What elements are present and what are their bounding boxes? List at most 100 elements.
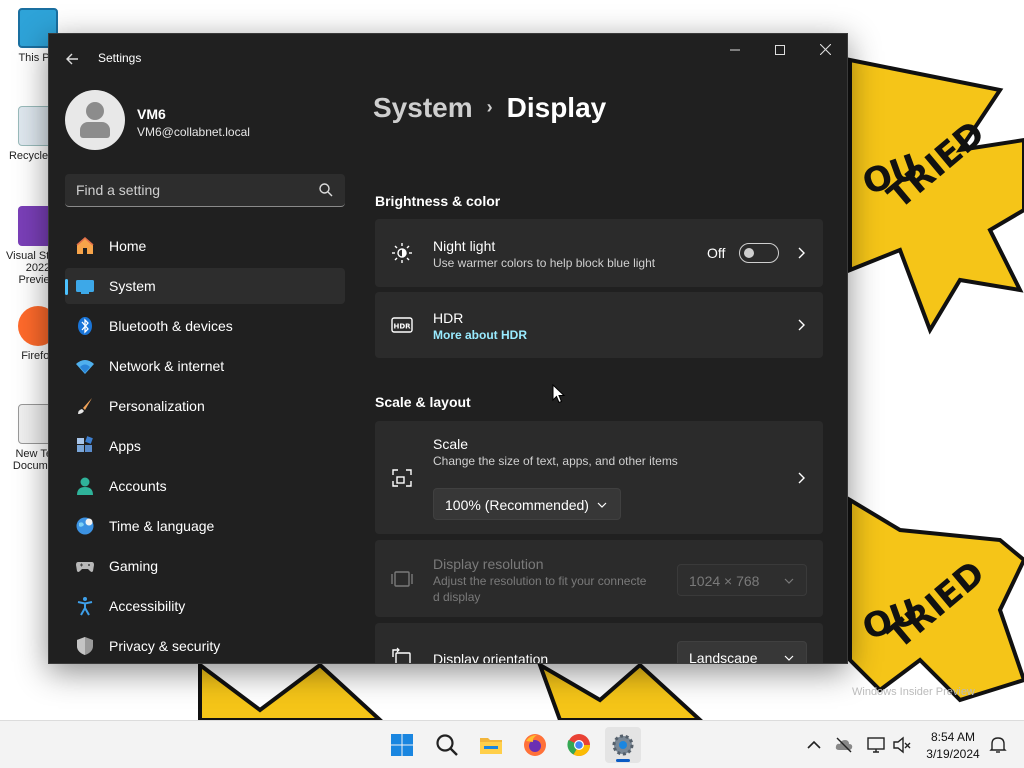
- taskbar-search-button[interactable]: [429, 727, 465, 763]
- svg-text:HDR: HDR: [393, 323, 411, 331]
- firefox-button[interactable]: [517, 727, 553, 763]
- chevron-right-icon: [798, 319, 805, 331]
- back-button[interactable]: [59, 46, 85, 72]
- toggle-knob: [744, 248, 754, 258]
- chevron-down-icon: [784, 578, 794, 584]
- wifi-icon: [76, 360, 94, 374]
- night-light-card[interactable]: Night light Use warmer colors to help bl…: [375, 219, 823, 287]
- sidebar-item-label: Accounts: [109, 478, 167, 494]
- accessibility-icon: [77, 597, 93, 616]
- hdr-card[interactable]: HDR HDR More about HDR: [375, 292, 823, 358]
- clock-date[interactable]: 3/19/2024: [920, 747, 986, 761]
- chevron-up-icon[interactable]: [804, 735, 824, 755]
- network-icon[interactable]: [866, 735, 886, 755]
- night-light-toggle[interactable]: [739, 243, 779, 263]
- maximize-button[interactable]: [757, 34, 803, 66]
- user-name: VM6: [137, 106, 166, 122]
- breadcrumb: System › Display: [373, 92, 606, 124]
- resolution-value: 1024 × 768: [689, 573, 760, 589]
- brush-icon: [78, 398, 92, 414]
- mouse-cursor-icon: [552, 384, 566, 404]
- settings-window: Settings VM6 VM6@collabnet.local Home: [48, 33, 848, 664]
- night-light-state: Off: [707, 245, 726, 261]
- minimize-button[interactable]: [712, 34, 758, 66]
- sidebar-item-label: Personalization: [109, 398, 205, 414]
- hdr-icon: HDR: [391, 317, 413, 333]
- chevron-down-icon: [597, 502, 607, 508]
- search-box: [65, 174, 345, 207]
- avatar: [65, 90, 125, 150]
- chevron-right-icon: [798, 247, 805, 259]
- display-resolution-subtitle: d display: [433, 590, 481, 604]
- search-icon[interactable]: [318, 182, 334, 198]
- maximize-icon: [775, 45, 785, 55]
- taskbar: 8:54 AM 3/19/2024: [0, 720, 1024, 768]
- back-arrow-icon: [66, 53, 78, 65]
- sidebar-item-label: Accessibility: [109, 598, 186, 614]
- night-light-subtitle: Use warmer colors to help block blue lig…: [433, 256, 656, 270]
- start-button[interactable]: [384, 727, 420, 763]
- sidebar-item-privacy[interactable]: Privacy & security: [65, 628, 345, 663]
- start-icon: [391, 734, 413, 756]
- display-resolution-card: Display resolution Adjust the resolution…: [375, 540, 823, 617]
- file-explorer-button[interactable]: [473, 727, 509, 763]
- search-icon: [436, 734, 458, 756]
- section-title-scale-layout: Scale & layout: [375, 394, 471, 410]
- sidebar-item-apps[interactable]: Apps: [65, 428, 345, 464]
- section-title-brightness: Brightness & color: [375, 193, 501, 209]
- breadcrumb-parent[interactable]: System: [373, 92, 473, 123]
- hdr-title: HDR: [433, 310, 464, 326]
- apps-icon: [77, 436, 93, 452]
- display-orientation-card[interactable]: Display orientation Landscape: [375, 623, 823, 664]
- sidebar-item-system[interactable]: System: [65, 268, 345, 304]
- more-about-hdr-link[interactable]: More about HDR: [433, 328, 527, 342]
- chrome-icon: [567, 734, 590, 756]
- title-bar: Settings: [49, 34, 847, 82]
- sidebar-item-label: System: [109, 278, 156, 294]
- resolution-icon: [391, 571, 413, 587]
- night-light-title: Night light: [433, 238, 496, 254]
- user-email: VM6@collabnet.local: [137, 125, 250, 139]
- app-title: Settings: [98, 51, 142, 65]
- volume-muted-icon[interactable]: [892, 735, 912, 755]
- scale-dropdown[interactable]: 100% (Recommended): [433, 488, 621, 520]
- sidebar-item-personalization[interactable]: Personalization: [65, 388, 345, 424]
- orientation-value: Landscape: [689, 650, 758, 664]
- globe-icon: [76, 517, 94, 535]
- sidebar-item-bluetooth[interactable]: Bluetooth & devices: [65, 308, 345, 344]
- display-resolution-title: Display resolution: [433, 556, 544, 572]
- active-indicator: [65, 279, 68, 295]
- clock-time[interactable]: 8:54 AM: [920, 730, 986, 744]
- shield-icon: [77, 637, 93, 655]
- notification-bell-icon[interactable]: [988, 735, 1008, 755]
- search-input[interactable]: [65, 174, 305, 206]
- chrome-button[interactable]: [561, 727, 597, 763]
- running-indicator: [616, 759, 630, 762]
- sidebar-item-label: Home: [109, 238, 147, 254]
- breadcrumb-separator: ›: [486, 97, 493, 117]
- bluetooth-icon: [78, 317, 92, 335]
- settings-icon: [612, 734, 634, 756]
- settings-button[interactable]: [605, 727, 641, 763]
- sidebar-item-network[interactable]: Network & internet: [65, 348, 345, 384]
- sun-icon: [392, 243, 412, 263]
- sidebar-item-label: Time & language: [109, 518, 215, 534]
- sidebar-item-home[interactable]: Home: [65, 228, 345, 264]
- gamepad-icon: [76, 562, 94, 572]
- scale-card[interactable]: Scale Change the size of text, apps, and…: [375, 421, 823, 534]
- accounts-icon: [77, 477, 93, 495]
- cloud-icon[interactable]: [834, 735, 854, 755]
- sidebar-nav: Home System Bluetooth & devices Network …: [65, 228, 345, 663]
- orientation-dropdown[interactable]: Landscape: [677, 641, 807, 664]
- sidebar-item-accounts[interactable]: Accounts: [65, 468, 345, 504]
- sidebar-item-accessibility[interactable]: Accessibility: [65, 588, 345, 624]
- system-icon: [76, 280, 94, 294]
- sidebar-item-gaming[interactable]: Gaming: [65, 548, 345, 584]
- chevron-down-icon: [784, 655, 794, 661]
- sidebar-item-label: Bluetooth & devices: [109, 318, 233, 334]
- display-resolution-subtitle: Adjust the resolution to fit your connec…: [433, 574, 647, 588]
- orientation-icon: [392, 647, 411, 663]
- sidebar-item-time-language[interactable]: Time & language: [65, 508, 345, 544]
- close-button[interactable]: [802, 34, 847, 66]
- page-title: Display: [506, 92, 607, 123]
